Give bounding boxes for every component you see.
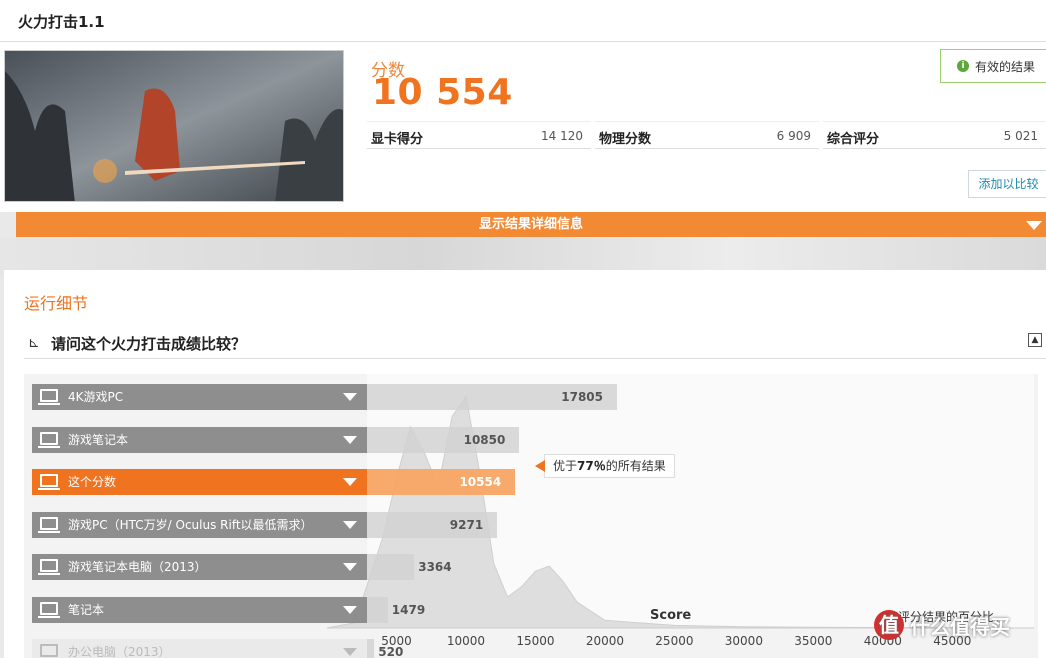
x-tick-label: 5000 (381, 634, 412, 648)
monitor-icon (38, 516, 60, 533)
comparison-row-label[interactable]: 办公电脑（2013） (32, 639, 367, 658)
monitor-icon (38, 389, 60, 405)
value-logo-icon: 值 (874, 610, 904, 640)
x-tick-label: 25000 (655, 634, 694, 648)
trophy-icon (38, 474, 60, 490)
x-tick-label: 15000 (516, 634, 555, 648)
laptop-icon (38, 431, 60, 448)
comparison-value: 10554 (459, 475, 502, 489)
page-title: 火力打击1.1 (18, 13, 105, 31)
callout-suffix: 的所有结果 (605, 459, 666, 473)
comparison-value: 17805 (561, 390, 603, 404)
row-label-text: 游戏笔记本 (68, 432, 129, 447)
watermark-text: 什么值得买 (910, 614, 1010, 639)
x-tick-label: 10000 (446, 634, 486, 648)
chevron-down-icon[interactable] (343, 478, 357, 486)
info-icon: i (957, 60, 969, 72)
result-header: 分数 10 554 i 有效的结果 显卡得分 14 120 物理分数 6 909… (0, 42, 1046, 212)
score-value: 10 554 (372, 72, 513, 113)
subscore-graphics: 显卡得分 14 120 (367, 121, 591, 149)
row-label-text: 这个分数 (68, 475, 117, 489)
chevron-down-icon[interactable] (343, 648, 357, 656)
x-tick-label: 35000 (794, 634, 833, 648)
x-tick-label: 20000 (585, 634, 624, 648)
comparison-question: 请问这个火力打击成绩比较？ (51, 335, 247, 353)
percentile-callout: 优于77％的所有结果 (535, 454, 675, 478)
watermark: 值 什么值得买 (874, 610, 1010, 640)
chevron-down-icon[interactable] (343, 520, 357, 529)
comparison-value: 9271 (449, 517, 484, 532)
valid-result-label: 有效的结果 (975, 59, 1036, 74)
callout-prefix: 优于 (553, 459, 578, 473)
collapse-icon[interactable]: ▲ (1028, 333, 1042, 347)
chevron-down-icon[interactable] (343, 435, 357, 444)
comparison-value: 10850 (463, 432, 506, 447)
comparison-header: ⊾ 请问这个火力打击成绩比较？ ▲ (24, 327, 1046, 359)
add-to-compare-button[interactable]: 添加以比较 (968, 170, 1046, 198)
x-tick-label: 30000 (724, 634, 763, 648)
comparison-row-label[interactable]: 游戏笔记本 (32, 426, 367, 453)
comparison-row-label[interactable]: 笔记本 (32, 596, 367, 623)
chevron-down-icon (1026, 221, 1042, 230)
comparison-value: 1479 (391, 602, 426, 617)
show-details-bar[interactable]: 显示结果详细信息 (16, 212, 1046, 237)
row-label-text: 办公电脑（2013） (68, 645, 171, 658)
monitor-icon (40, 644, 58, 657)
comparison-row-label[interactable]: 4K游戏PC (32, 384, 367, 410)
subscore-label: 综合评分 (827, 132, 880, 147)
laptop-icon (38, 601, 60, 618)
row-label-text: 4K游戏PC (68, 390, 124, 404)
row-label-text: 笔记本 (68, 602, 105, 617)
x-axis-title: Score (650, 608, 692, 623)
chevron-down-icon[interactable] (343, 563, 357, 571)
run-details-panel: 运行细节 ⊾ 请问这个火力打击成绩比较？ ▲ 4K游戏PC 17805 游戏笔记本 1… (4, 270, 1046, 658)
subscores: 显卡得分 14 120 物理分数 6 909 综合评分 5 021 (367, 121, 1046, 149)
top-bar: 火力打击1.1 (0, 0, 1046, 42)
subscore-label: 物理分数 (599, 132, 652, 147)
valid-result-badge: i 有效的结果 (940, 49, 1046, 83)
comparison-value: 3364 (418, 560, 452, 574)
subscore-physics: 物理分数 6 909 (595, 121, 819, 149)
comparison-bar (367, 554, 415, 580)
chevron-down-icon[interactable] (343, 393, 357, 401)
comparison-row-label[interactable]: 游戏PC（HTC万岁/ Oculus Rift以最低需求） (32, 511, 367, 538)
row-label-text: 游戏笔记本电脑（2013） (68, 560, 207, 574)
subscore-combined: 综合评分 5 021 (823, 121, 1046, 149)
section-title: 运行细节 (24, 294, 89, 313)
subscore-value: 14 120 (541, 129, 583, 143)
callout-percent: 77％ (577, 459, 606, 473)
show-details-label: 显示结果详细信息 (478, 217, 583, 232)
laptop-icon (38, 559, 60, 575)
subscore-label: 显卡得分 (371, 132, 424, 147)
comparison-bar (367, 596, 388, 623)
benchmark-thumbnail (4, 50, 344, 202)
row-label-text: 游戏PC（HTC万岁/ Oculus Rift以最低需求） (68, 517, 313, 532)
subscore-value: 5 021 (1003, 129, 1038, 143)
comparison-row-label[interactable]: 这个分数 (32, 469, 367, 495)
subscore-value: 6 909 (776, 129, 811, 143)
comparison-row-label[interactable]: 游戏笔记本电脑（2013） (32, 554, 367, 580)
chevron-down-icon[interactable] (343, 605, 357, 614)
chart-icon: ⊾ (28, 335, 40, 351)
